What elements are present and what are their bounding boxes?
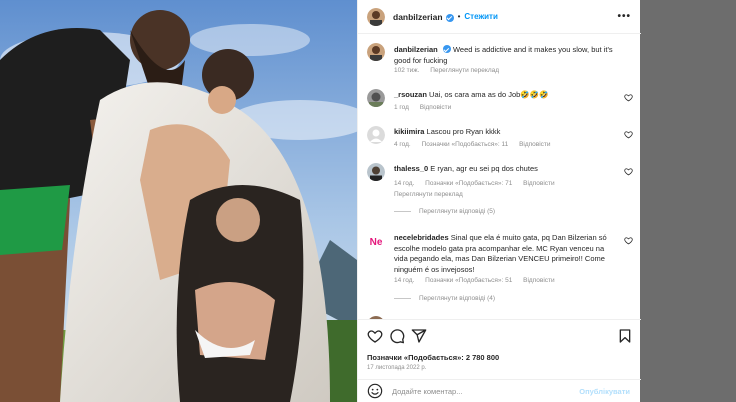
comment-meta: 14 год. Позначки «Подобається»: 71 Відпо… [394, 180, 564, 187]
like-heart-icon[interactable] [624, 167, 633, 176]
caption-avatar[interactable] [367, 43, 385, 61]
commenter-avatar[interactable] [367, 89, 385, 107]
caption-username[interactable]: danbilzerian [394, 45, 438, 54]
comment-likes[interactable]: Позначки «Подобається»: 51 [425, 277, 512, 284]
comment-meta: 14 год. Позначки «Подобається»: 51 Відпо… [394, 277, 564, 284]
post-date[interactable]: 17 листопада 2022 р. [367, 365, 426, 371]
comment-time[interactable]: 14 год. [394, 180, 414, 187]
comment-body: kikiimira Lascou pro Ryan kkkk [394, 127, 619, 138]
reply-link[interactable]: Відповісти [420, 104, 451, 111]
commenter-avatar-default[interactable] [367, 126, 385, 144]
like-heart-icon[interactable] [624, 236, 633, 245]
comments-list[interactable]: danbilzerian Weed is addictive and it ma… [358, 34, 641, 319]
emoji-icon[interactable] [367, 383, 383, 399]
translate-link[interactable]: Переглянути переклад [394, 191, 463, 198]
comment-meta: 1 год Відповісти [394, 104, 460, 111]
translate-link[interactable]: Переглянути переклад [430, 67, 499, 74]
share-send-icon[interactable] [411, 328, 427, 344]
view-replies-link[interactable]: Переглянути відповіді (5) [394, 208, 495, 215]
comment-item: kikiimira Lascou pro Ryan kkkk 4 год. По… [367, 126, 633, 156]
modal-backdrop-right[interactable] [640, 0, 736, 402]
caption-time[interactable]: 102 тиж. [394, 67, 419, 74]
comment-username[interactable]: necelebridades [394, 233, 449, 242]
comment-text: Uai, os cara ama as do Job🤣🤣🤣 [429, 90, 549, 99]
comment-meta: 4 год. Позначки «Подобається»: 11 Відпов… [394, 141, 560, 148]
comment-likes[interactable]: Позначки «Подобається»: 71 [425, 180, 512, 187]
comment-likes[interactable]: Позначки «Подобається»: 11 [422, 141, 509, 148]
comment-translate: Переглянути переклад [394, 191, 472, 198]
comment-text: E ryan, agr eu sei pq dos chutes [430, 164, 538, 173]
caption-body: danbilzerian Weed is addictive and it ma… [394, 44, 619, 66]
comment-body: necelebridades Sinal que ela é muito gat… [394, 233, 619, 275]
verified-badge-icon [445, 13, 454, 22]
comment-time[interactable]: 4 год. [394, 141, 411, 148]
like-heart-icon[interactable] [624, 93, 633, 102]
like-heart-icon[interactable] [367, 328, 383, 344]
post-header: danbilzerian • Стежити ••• [358, 0, 641, 34]
post-comment-button[interactable]: Опублікувати [579, 387, 630, 396]
likes-count[interactable]: Позначки «Подобається»: 2 780 800 [367, 353, 499, 362]
caption-meta: 102 тиж. Переглянути переклад [394, 67, 508, 74]
save-bookmark-icon[interactable] [617, 328, 633, 344]
comment-bubble-icon[interactable] [389, 328, 405, 344]
view-replies-link[interactable]: Переглянути відповіді (4) [394, 295, 495, 302]
post-caption: danbilzerian Weed is addictive and it ma… [367, 43, 633, 87]
comment-username[interactable]: kikiimira [394, 127, 424, 136]
comment-time[interactable]: 14 год. [394, 277, 414, 284]
comment-item: _rsouzan Uai, os cara ama as do Job🤣🤣🤣 1… [367, 89, 633, 119]
reply-link[interactable]: Відповісти [523, 180, 554, 187]
post-photo[interactable] [0, 0, 357, 402]
comment-username[interactable]: _rsouzan [394, 90, 427, 99]
author-username[interactable]: danbilzerian [393, 12, 443, 22]
comment-composer: Опублікувати [358, 379, 641, 402]
commenter-avatar[interactable] [367, 163, 385, 181]
comment-text: Lascou pro Ryan kkkk [426, 127, 501, 136]
comment-username[interactable]: thaless_0 [394, 164, 428, 173]
verified-badge-icon [442, 45, 451, 53]
post-photo-illustration [0, 0, 357, 402]
like-heart-icon[interactable] [624, 130, 633, 139]
reply-link[interactable]: Відповісти [519, 141, 550, 148]
post-details-panel: danbilzerian • Стежити ••• danbilzerian … [357, 0, 641, 402]
svg-text:Ne: Ne [370, 237, 383, 248]
separator-dot: • [457, 12, 461, 21]
comment-input[interactable] [392, 386, 582, 396]
comment-time[interactable]: 1 год [394, 104, 409, 111]
post-actions: Позначки «Подобається»: 2 780 800 17 лис… [358, 319, 641, 379]
commenter-avatar[interactable]: Ne [367, 232, 385, 250]
comment-body: _rsouzan Uai, os cara ama as do Job🤣🤣🤣 [394, 90, 619, 101]
more-options-icon[interactable]: ••• [617, 11, 631, 22]
reply-link[interactable]: Відповісти [523, 277, 554, 284]
follow-button[interactable]: Стежити [464, 12, 497, 21]
comment-body: thaless_0 E ryan, agr eu sei pq dos chut… [394, 164, 619, 175]
author-avatar[interactable] [367, 7, 385, 26]
